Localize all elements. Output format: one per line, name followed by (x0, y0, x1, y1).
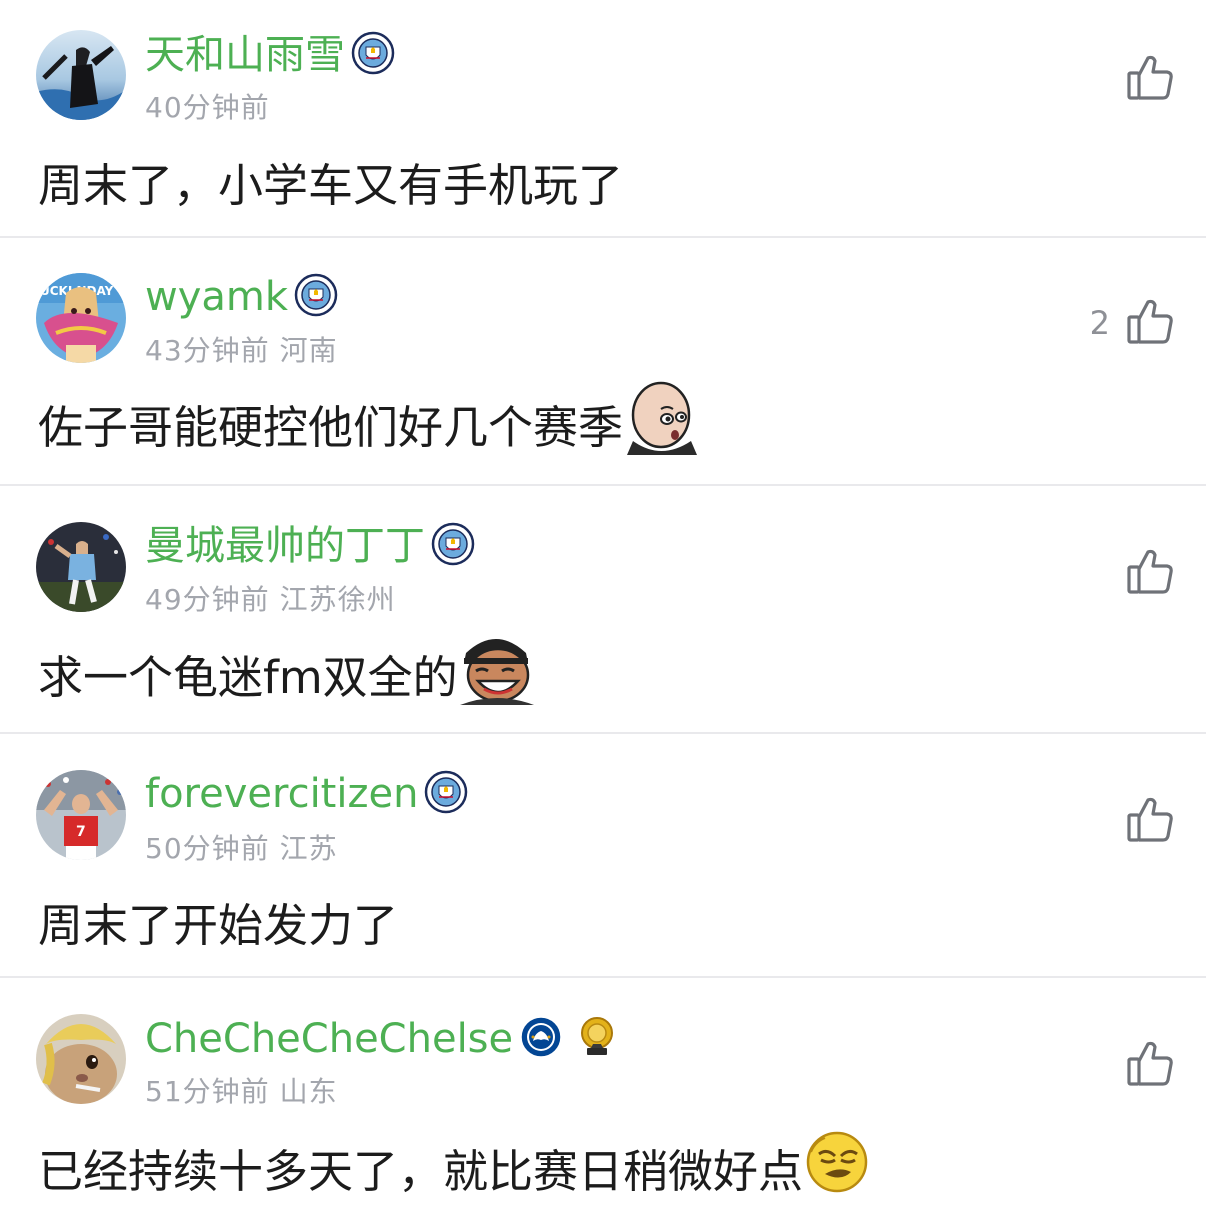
username-row: 曼城最帅的丁丁 (145, 519, 475, 573)
like-button[interactable] (1110, 1038, 1176, 1092)
thumbs-up-icon (1126, 546, 1176, 600)
like-button[interactable] (1110, 52, 1176, 106)
username-row: 天和山雨雪 (145, 28, 395, 82)
comment-location: 江苏 (279, 832, 338, 865)
avatar[interactable]: 7 (36, 770, 126, 860)
comment-time: 43分钟前 (145, 334, 270, 367)
comment-location: 江苏徐州 (279, 583, 396, 616)
comment-time: 49分钟前 (145, 583, 270, 616)
comment-text: 佐子哥能硬控他们好几个赛季 (38, 381, 699, 458)
comment-text-content: 已经持续十多天了，就比赛日稍微好点 (38, 1144, 804, 1198)
avatar[interactable]: UCKI NDAY (36, 273, 126, 363)
man-city-badge-icon (424, 770, 468, 818)
comment-item: CheCheCheChelse 51分钟前 山东 已经持续十多天了，就比赛日稍微… (0, 978, 1206, 1222)
comment-location: 河南 (279, 334, 338, 367)
comment-item: 天和山雨雪 40分钟前 周末了，小学车又有手机玩了 (0, 0, 1206, 236)
comment-time: 50分钟前 (145, 832, 270, 865)
comment-text: 周末了开始发力了 (38, 886, 398, 956)
comment-location: 山东 (279, 1075, 338, 1108)
username[interactable]: CheCheCheChelse (145, 1012, 513, 1066)
like-button[interactable]: 2 (1090, 296, 1176, 350)
chelsea-badge-icon (519, 1015, 563, 1063)
thumbs-up-icon (1126, 794, 1176, 848)
man-city-badge-icon (351, 31, 395, 79)
username[interactable]: 曼城最帅的丁丁 (145, 519, 425, 573)
comment-text-content: 周末了开始发力了 (38, 898, 399, 952)
comment-text: 周末了，小学车又有手机玩了 (38, 146, 623, 216)
comment-meta: 50分钟前 江苏 (145, 827, 338, 867)
username-row: forevercitizen (145, 767, 468, 821)
comment-meta: 43分钟前 河南 (145, 329, 338, 369)
comment-meta: 40分钟前 (145, 86, 280, 126)
username-row: CheCheCheChelse (145, 1012, 619, 1066)
comment-time: 40分钟前 (145, 91, 270, 124)
comment-item: 7 forevercitizen 50分钟前 江苏 周末了开始发力了 (0, 734, 1206, 976)
smirk-emoji-icon (805, 1130, 869, 1205)
svg-text:7: 7 (76, 824, 86, 840)
thumbs-up-icon (1126, 52, 1176, 106)
avatar[interactable] (36, 1014, 126, 1104)
avatar[interactable] (36, 522, 126, 612)
username[interactable]: 天和山雨雪 (145, 28, 345, 82)
thumbs-up-icon (1126, 1038, 1176, 1092)
thumbs-up-icon (1126, 296, 1176, 350)
avatar[interactable] (36, 30, 126, 120)
guardiola-face-sticker-icon (625, 381, 699, 466)
laughing-man-sticker-icon (459, 631, 534, 716)
comment-text: 求一个龟迷fm双全的 (38, 638, 534, 708)
comment-item: 曼城最帅的丁丁 49分钟前 江苏徐州 求一个龟迷fm双全的 (0, 486, 1206, 732)
comment-text-content: 周末了，小学车又有手机玩了 (38, 158, 624, 212)
comment-text: 已经持续十多天了，就比赛日稍微好点 (38, 1130, 869, 1205)
gold-medal-icon (575, 1015, 619, 1063)
comment-item: UCKI NDAY wyamk 43分钟前 河南 2 佐子哥能硬控他们好几个赛季 (0, 238, 1206, 484)
comment-meta: 51分钟前 山东 (145, 1070, 338, 1110)
comment-text-content: 求一个龟迷fm双全的 (38, 650, 458, 704)
comment-time: 51分钟前 (145, 1075, 270, 1108)
like-count: 2 (1089, 304, 1110, 342)
man-city-badge-icon (431, 522, 475, 570)
username[interactable]: forevercitizen (145, 767, 418, 821)
comment-text-content: 佐子哥能硬控他们好几个赛季 (38, 400, 624, 454)
like-button[interactable] (1110, 546, 1176, 600)
like-button[interactable] (1110, 794, 1176, 848)
man-city-badge-icon (294, 273, 338, 321)
comment-meta: 49分钟前 江苏徐州 (145, 578, 396, 618)
username[interactable]: wyamk (145, 270, 288, 324)
username-row: wyamk (145, 270, 338, 324)
